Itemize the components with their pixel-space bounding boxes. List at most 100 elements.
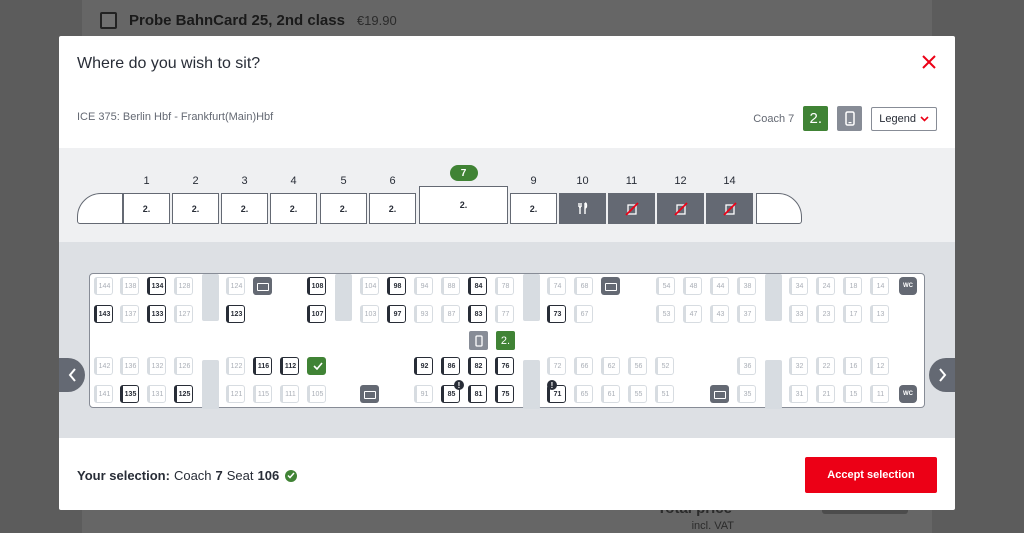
seat-56[interactable]: 56 [628, 357, 647, 375]
seat-62[interactable]: 62 [601, 357, 620, 375]
seat-15[interactable]: 15 [843, 385, 862, 403]
seat-143[interactable]: 143 [94, 305, 113, 323]
seat-76[interactable]: 76 [495, 357, 514, 375]
seat-72[interactable]: 72 [547, 357, 566, 375]
seat-87[interactable]: 87 [441, 305, 460, 323]
coach-4[interactable]: 2. [270, 193, 317, 224]
seat-21[interactable]: 21 [816, 385, 835, 403]
seat-48[interactable]: 48 [683, 277, 702, 295]
seat-35[interactable]: 35 [737, 385, 756, 403]
seat-133[interactable]: 133 [147, 305, 166, 323]
seat-106-selected[interactable] [307, 357, 326, 375]
seat-125[interactable]: 125 [174, 385, 193, 403]
seat-24[interactable]: 24 [816, 277, 835, 295]
seat-105[interactable]: 105 [307, 385, 326, 403]
seat-122[interactable]: 122 [226, 357, 245, 375]
seat-124[interactable]: 124 [226, 277, 245, 295]
seat-131[interactable]: 131 [147, 385, 166, 403]
seat-104[interactable]: 104 [360, 277, 379, 295]
coach-10[interactable] [559, 193, 606, 224]
coach-1[interactable]: 2. [123, 193, 170, 224]
seat-103[interactable]: 103 [360, 305, 379, 323]
seat-12[interactable]: 12 [870, 357, 889, 375]
seat-77[interactable]: 77 [495, 305, 514, 323]
seat-98[interactable]: 98 [387, 277, 406, 295]
seat-22[interactable]: 22 [816, 357, 835, 375]
seat-141[interactable]: 141 [94, 385, 113, 403]
coach-2[interactable]: 2. [172, 193, 219, 224]
seat-68[interactable]: 68 [574, 277, 593, 295]
seat-16[interactable]: 16 [843, 357, 862, 375]
previous-coach-button[interactable] [59, 358, 85, 392]
seat-144[interactable]: 144 [94, 277, 113, 295]
seat-73[interactable]: 73 [547, 305, 566, 323]
seat-138[interactable]: 138 [120, 277, 139, 295]
seat-134[interactable]: 134 [147, 277, 166, 295]
close-icon[interactable] [920, 53, 938, 71]
seat-81[interactable]: 81 [468, 385, 487, 403]
seat-67[interactable]: 67 [574, 305, 593, 323]
seat-55[interactable]: 55 [628, 385, 647, 403]
seat-136[interactable]: 136 [120, 357, 139, 375]
seat-115[interactable]: 115 [253, 385, 272, 403]
seat-92[interactable]: 92 [414, 357, 433, 375]
seat-116[interactable]: 116 [253, 357, 272, 375]
seat-66[interactable]: 66 [574, 357, 593, 375]
seat-97[interactable]: 97 [387, 305, 406, 323]
seat-65[interactable]: 65 [574, 385, 593, 403]
seat-78[interactable]: 78 [495, 277, 514, 295]
seat-108[interactable]: 108 [307, 277, 326, 295]
seat-111[interactable]: 111 [280, 385, 299, 403]
accept-selection-button[interactable]: Accept selection [805, 457, 937, 493]
seat-18[interactable]: 18 [843, 277, 862, 295]
seat-61[interactable]: 61 [601, 385, 620, 403]
seat-135[interactable]: 135 [120, 385, 139, 403]
coach-9[interactable]: 2. [510, 193, 557, 224]
seat-91[interactable]: 91 [414, 385, 433, 403]
seat-93[interactable]: 93 [414, 305, 433, 323]
seat-94[interactable]: 94 [414, 277, 433, 295]
seat-86[interactable]: 86 [441, 357, 460, 375]
seat-112[interactable]: 112 [280, 357, 299, 375]
coach-11[interactable] [608, 193, 655, 224]
seat-11[interactable]: 11 [870, 385, 889, 403]
seat-43[interactable]: 43 [710, 305, 729, 323]
seat-82[interactable]: 82 [468, 357, 487, 375]
seat-74[interactable]: 74 [547, 277, 566, 295]
next-coach-button[interactable] [929, 358, 955, 392]
legend-dropdown[interactable]: Legend [871, 106, 937, 131]
seat-75[interactable]: 75 [495, 385, 514, 403]
coach-3[interactable]: 2. [221, 193, 268, 224]
seat-33[interactable]: 33 [789, 305, 808, 323]
seat-142[interactable]: 142 [94, 357, 113, 375]
seat-123[interactable]: 123 [226, 305, 245, 323]
seat-38[interactable]: 38 [737, 277, 756, 295]
seat-88[interactable]: 88 [441, 277, 460, 295]
seat-128[interactable]: 128 [174, 277, 193, 295]
seat-52[interactable]: 52 [655, 357, 674, 375]
seat-137[interactable]: 137 [120, 305, 139, 323]
coach-5[interactable]: 2. [320, 193, 367, 224]
seat-36[interactable]: 36 [737, 357, 756, 375]
coach-6[interactable]: 2. [369, 193, 416, 224]
seat-13[interactable]: 13 [870, 305, 889, 323]
seat-14[interactable]: 14 [870, 277, 889, 295]
coach-12[interactable] [657, 193, 704, 224]
seat-84[interactable]: 84 [468, 277, 487, 295]
seat-83[interactable]: 83 [468, 305, 487, 323]
seat-32[interactable]: 32 [789, 357, 808, 375]
bahncard-checkbox[interactable] [100, 12, 117, 29]
coach-7[interactable]: 2. [419, 186, 508, 224]
seat-23[interactable]: 23 [816, 305, 835, 323]
coach-14[interactable] [706, 193, 753, 224]
seat-34[interactable]: 34 [789, 277, 808, 295]
seat-121[interactable]: 121 [226, 385, 245, 403]
seat-37[interactable]: 37 [737, 305, 756, 323]
seat-107[interactable]: 107 [307, 305, 326, 323]
seat-132[interactable]: 132 [147, 357, 166, 375]
seat-54[interactable]: 54 [656, 277, 675, 295]
seat-31[interactable]: 31 [789, 385, 808, 403]
seat-126[interactable]: 126 [174, 357, 193, 375]
seat-47[interactable]: 47 [683, 305, 702, 323]
seat-51[interactable]: 51 [655, 385, 674, 403]
